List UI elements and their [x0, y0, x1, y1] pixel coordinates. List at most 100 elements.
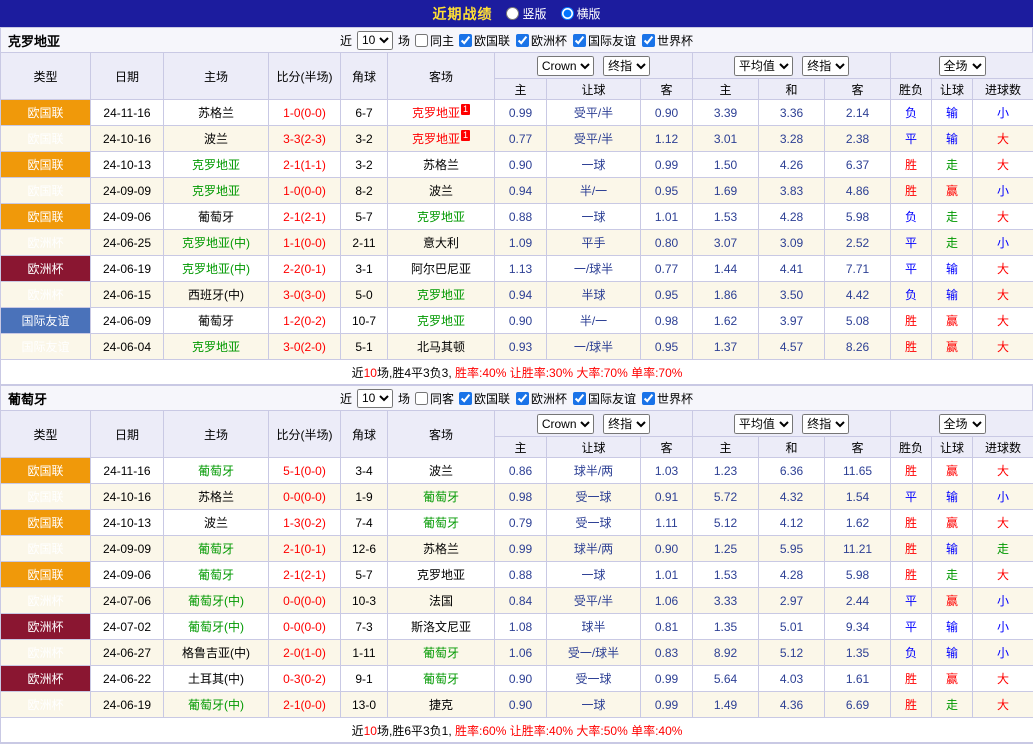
avg-odds-home: 1.37 — [693, 334, 759, 360]
average-select[interactable]: 平均值 — [734, 414, 793, 434]
away-team[interactable]: 克罗地亚 — [388, 562, 495, 588]
handicap-stage-select[interactable]: 终指 — [603, 56, 650, 76]
league-filter-checkbox[interactable]: 欧国联 — [459, 390, 510, 407]
away-team[interactable]: 葡萄牙 — [388, 510, 495, 536]
away-team[interactable]: 克罗地亚 — [388, 308, 495, 334]
layout-option-vertical[interactable]: 竖版 — [506, 5, 546, 22]
fulltime-select[interactable]: 全场 — [939, 414, 986, 434]
away-team[interactable]: 葡萄牙 — [388, 640, 495, 666]
league-checkbox-input[interactable] — [459, 392, 472, 405]
horizontal-layout-radio[interactable] — [561, 7, 574, 20]
league-filter-checkbox[interactable]: 世界杯 — [642, 32, 693, 49]
away-team[interactable]: 捷克 — [388, 692, 495, 718]
league-checkbox-input[interactable] — [459, 34, 472, 47]
away-team[interactable]: 斯洛文尼亚 — [388, 614, 495, 640]
home-team[interactable]: 格鲁吉亚(中) — [164, 640, 269, 666]
away-team[interactable]: 波兰 — [388, 178, 495, 204]
home-team[interactable]: 葡萄牙(中) — [164, 692, 269, 718]
home-team[interactable]: 波兰 — [164, 126, 269, 152]
handicap-line: 受平/半 — [547, 588, 641, 614]
match-row: 欧洲杯24-06-19葡萄牙(中)2-1(0-0)13-0捷克0.90一球0.9… — [1, 692, 1033, 718]
away-team[interactable]: 苏格兰 — [388, 152, 495, 178]
home-team[interactable]: 葡萄牙 — [164, 458, 269, 484]
col-home: 主场 — [164, 53, 269, 100]
away-team[interactable]: 克罗地亚1 — [388, 100, 495, 126]
home-team[interactable]: 西班牙(中) — [164, 282, 269, 308]
corners: 1-11 — [341, 640, 388, 666]
home-team[interactable]: 克罗地亚(中) — [164, 230, 269, 256]
away-team[interactable]: 北马其顿 — [388, 334, 495, 360]
same-venue-checkbox-input[interactable] — [415, 34, 428, 47]
away-team[interactable]: 波兰 — [388, 458, 495, 484]
away-team[interactable]: 葡萄牙 — [388, 666, 495, 692]
average-select[interactable]: 平均值 — [734, 56, 793, 76]
away-team[interactable]: 葡萄牙 — [388, 484, 495, 510]
europe-stage-select[interactable]: 终指 — [802, 414, 849, 434]
home-team[interactable]: 葡萄牙(中) — [164, 588, 269, 614]
home-team[interactable]: 克罗地亚 — [164, 152, 269, 178]
league-checkbox-input[interactable] — [642, 392, 655, 405]
result-handicap: 赢 — [932, 178, 973, 204]
recent-count-select[interactable]: 10 — [357, 31, 393, 50]
result-group: 全场 — [891, 53, 1033, 79]
league-checkbox-input[interactable] — [642, 34, 655, 47]
away-team-name: 克罗地亚 — [417, 288, 465, 302]
avg-odds-away: 5.08 — [825, 308, 891, 334]
same-venue-checkbox[interactable]: 同客 — [415, 390, 454, 407]
away-team[interactable]: 阿尔巴尼亚 — [388, 256, 495, 282]
result-wdl: 胜 — [891, 334, 932, 360]
home-team[interactable]: 克罗地亚 — [164, 178, 269, 204]
league-checkbox-input[interactable] — [516, 392, 529, 405]
home-team[interactable]: 克罗地亚(中) — [164, 256, 269, 282]
result-handicap: 输 — [932, 536, 973, 562]
match-row: 国际友谊24-06-04克罗地亚3-0(2-0)5-1北马其顿0.93一/球半0… — [1, 334, 1033, 360]
league-filter-checkbox[interactable]: 欧洲杯 — [516, 390, 567, 407]
league-label: 世界杯 — [657, 390, 693, 407]
away-team[interactable]: 意大利 — [388, 230, 495, 256]
home-team[interactable]: 葡萄牙(中) — [164, 614, 269, 640]
away-team[interactable]: 克罗地亚1 — [388, 126, 495, 152]
home-team[interactable]: 葡萄牙 — [164, 562, 269, 588]
league-filter-checkbox[interactable]: 欧洲杯 — [516, 32, 567, 49]
same-venue-checkbox[interactable]: 同主 — [415, 32, 454, 49]
away-team[interactable]: 苏格兰 — [388, 536, 495, 562]
handicap-odds-home: 0.90 — [495, 152, 547, 178]
league-filter-checkbox[interactable]: 国际友谊 — [573, 390, 636, 407]
home-team[interactable]: 葡萄牙 — [164, 536, 269, 562]
match-date: 24-06-09 — [91, 308, 164, 334]
league-filter-checkbox[interactable]: 国际友谊 — [573, 32, 636, 49]
handicap-odds-home: 0.90 — [495, 692, 547, 718]
europe-stage-select[interactable]: 终指 — [802, 56, 849, 76]
bookmaker-select[interactable]: Crown — [537, 414, 594, 434]
same-venue-checkbox-input[interactable] — [415, 392, 428, 405]
layout-option-horizontal[interactable]: 横版 — [561, 5, 601, 22]
competition-badge: 欧洲杯 — [1, 230, 91, 256]
home-team[interactable]: 波兰 — [164, 510, 269, 536]
avg-odds-away: 11.21 — [825, 536, 891, 562]
avg-odds-away: 5.98 — [825, 562, 891, 588]
league-checkbox-input[interactable] — [516, 34, 529, 47]
away-team[interactable]: 法国 — [388, 588, 495, 614]
bookmaker-select[interactable]: Crown — [537, 56, 594, 76]
handicap-stage-select[interactable]: 终指 — [603, 414, 650, 434]
league-filter-checkbox[interactable]: 世界杯 — [642, 390, 693, 407]
away-team[interactable]: 克罗地亚 — [388, 204, 495, 230]
league-checkbox-input[interactable] — [573, 34, 586, 47]
home-team[interactable]: 苏格兰 — [164, 100, 269, 126]
home-team[interactable]: 土耳其(中) — [164, 666, 269, 692]
fulltime-select[interactable]: 全场 — [939, 56, 986, 76]
recent-count-select[interactable]: 10 — [357, 389, 393, 408]
vertical-layout-radio[interactable] — [506, 7, 519, 20]
home-team[interactable]: 苏格兰 — [164, 484, 269, 510]
avg-odds-home: 1.23 — [693, 458, 759, 484]
avg-odds-away: 6.69 — [825, 692, 891, 718]
col-handicap-home: 主 — [495, 79, 547, 100]
home-team[interactable]: 克罗地亚 — [164, 334, 269, 360]
home-team[interactable]: 葡萄牙 — [164, 204, 269, 230]
col-away: 客场 — [388, 411, 495, 458]
league-filter-checkbox[interactable]: 欧国联 — [459, 32, 510, 49]
home-team[interactable]: 葡萄牙 — [164, 308, 269, 334]
league-checkbox-input[interactable] — [573, 392, 586, 405]
col-handicap-result: 让球 — [932, 437, 973, 458]
away-team[interactable]: 克罗地亚 — [388, 282, 495, 308]
